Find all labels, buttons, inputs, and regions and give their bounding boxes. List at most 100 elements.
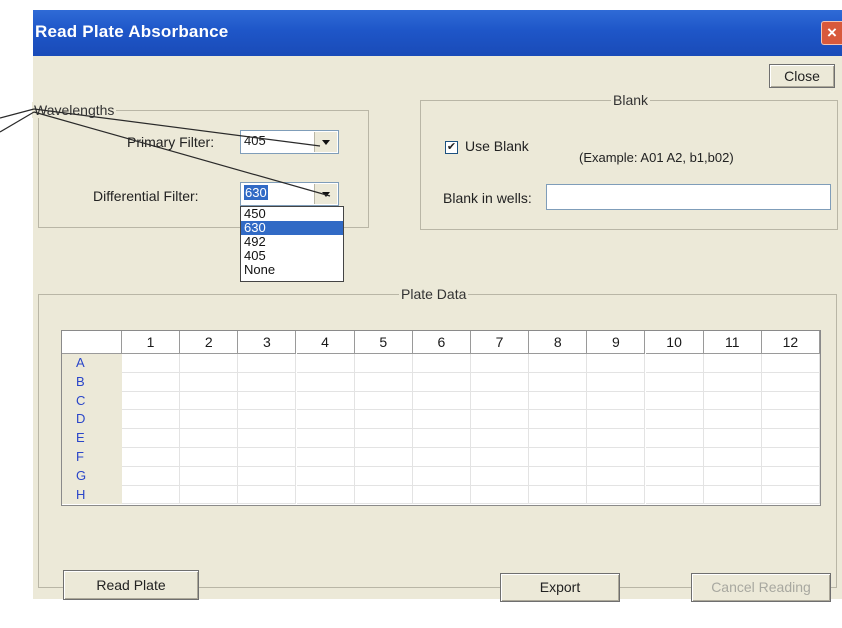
plate-well-cell[interactable]	[238, 354, 297, 373]
plate-well-cell[interactable]	[296, 448, 355, 467]
plate-well-cell[interactable]	[354, 410, 413, 430]
plate-well-cell[interactable]	[354, 448, 413, 467]
plate-well-cell[interactable]	[529, 429, 588, 448]
plate-well-cell[interactable]	[238, 466, 297, 486]
plate-well-cell[interactable]	[180, 372, 239, 392]
plate-well-cell[interactable]	[354, 354, 413, 373]
plate-well-cell[interactable]	[645, 410, 704, 430]
plate-well-cell[interactable]	[180, 354, 239, 373]
plate-well-cell[interactable]	[761, 485, 820, 505]
use-blank-checkbox[interactable]: ✔	[445, 141, 458, 154]
plate-well-cell[interactable]	[471, 466, 530, 486]
plate-well-cell[interactable]	[122, 429, 181, 448]
plate-well-cell[interactable]	[122, 485, 181, 505]
plate-well-cell[interactable]	[122, 466, 181, 486]
plate-well-cell[interactable]	[529, 372, 588, 392]
plate-well-cell[interactable]	[180, 391, 239, 411]
plate-well-cell[interactable]	[587, 354, 646, 373]
plate-well-cell[interactable]	[180, 466, 239, 486]
plate-well-cell[interactable]	[529, 448, 588, 467]
dropdown-option[interactable]: 450	[241, 207, 343, 221]
plate-well-cell[interactable]	[703, 354, 762, 373]
plate-well-cell[interactable]	[471, 391, 530, 411]
plate-well-cell[interactable]	[761, 466, 820, 486]
plate-well-cell[interactable]	[529, 391, 588, 411]
plate-data-grid[interactable]: 1 2 3 4 5 6 7 8 9 10 11 12 A B C D E F G H	[61, 330, 821, 506]
plate-well-cell[interactable]	[412, 485, 471, 505]
differential-filter-dropdown-list[interactable]: 450 630 492 405 None	[240, 206, 344, 282]
plate-well-cell[interactable]	[122, 448, 181, 467]
close-icon[interactable]: ×	[821, 21, 842, 45]
plate-well-cell[interactable]	[296, 429, 355, 448]
plate-well-cell[interactable]	[296, 466, 355, 486]
dropdown-option[interactable]: 492	[241, 235, 343, 249]
plate-well-cell[interactable]	[761, 354, 820, 373]
plate-well-cell[interactable]	[412, 448, 471, 467]
plate-well-cell[interactable]	[703, 448, 762, 467]
plate-well-cell[interactable]	[645, 448, 704, 467]
plate-well-cell[interactable]	[761, 372, 820, 392]
plate-well-cell[interactable]	[645, 354, 704, 373]
plate-well-cell[interactable]	[122, 372, 181, 392]
plate-well-cell[interactable]	[645, 391, 704, 411]
plate-well-cell[interactable]	[354, 391, 413, 411]
chevron-down-icon[interactable]	[314, 132, 337, 152]
plate-well-cell[interactable]	[703, 466, 762, 486]
plate-well-cell[interactable]	[761, 391, 820, 411]
plate-well-cell[interactable]	[471, 485, 530, 505]
plate-well-cell[interactable]	[645, 466, 704, 486]
plate-well-cell[interactable]	[296, 391, 355, 411]
plate-well-cell[interactable]	[587, 391, 646, 411]
plate-well-cell[interactable]	[238, 372, 297, 392]
plate-well-cell[interactable]	[238, 448, 297, 467]
plate-well-cell[interactable]	[645, 485, 704, 505]
plate-well-cell[interactable]	[529, 485, 588, 505]
differential-filter-select[interactable]: 630	[240, 182, 339, 206]
plate-well-cell[interactable]	[587, 410, 646, 430]
close-button[interactable]: Close	[769, 64, 835, 88]
dropdown-option[interactable]: 630	[241, 221, 343, 235]
plate-well-cell[interactable]	[296, 372, 355, 392]
plate-well-cell[interactable]	[471, 448, 530, 467]
plate-well-cell[interactable]	[471, 354, 530, 373]
plate-well-cell[interactable]	[587, 448, 646, 467]
plate-well-cell[interactable]	[703, 410, 762, 430]
plate-well-cell[interactable]	[122, 410, 181, 430]
plate-well-cell[interactable]	[354, 485, 413, 505]
plate-well-cell[interactable]	[238, 429, 297, 448]
plate-well-cell[interactable]	[354, 466, 413, 486]
plate-well-cell[interactable]	[761, 448, 820, 467]
plate-well-cell[interactable]	[529, 466, 588, 486]
read-plate-button[interactable]: Read Plate	[63, 570, 199, 600]
plate-well-cell[interactable]	[645, 372, 704, 392]
plate-well-cell[interactable]	[703, 485, 762, 505]
plate-well-cell[interactable]	[703, 391, 762, 411]
plate-well-cell[interactable]	[412, 372, 471, 392]
plate-well-cell[interactable]	[354, 372, 413, 392]
plate-well-cell[interactable]	[180, 410, 239, 430]
plate-well-cell[interactable]	[587, 466, 646, 486]
chevron-down-icon[interactable]	[314, 184, 337, 204]
plate-well-cell[interactable]	[645, 429, 704, 448]
plate-well-cell[interactable]	[761, 429, 820, 448]
plate-well-cell[interactable]	[296, 485, 355, 505]
plate-well-cell[interactable]	[703, 429, 762, 448]
plate-well-cell[interactable]	[238, 391, 297, 411]
plate-well-cell[interactable]	[412, 354, 471, 373]
plate-well-cell[interactable]	[471, 410, 530, 430]
plate-well-cell[interactable]	[296, 410, 355, 430]
plate-well-cell[interactable]	[412, 391, 471, 411]
plate-well-cell[interactable]	[122, 354, 181, 373]
plate-well-cell[interactable]	[412, 466, 471, 486]
plate-well-cell[interactable]	[238, 410, 297, 430]
plate-well-cell[interactable]	[471, 429, 530, 448]
plate-well-cell[interactable]	[703, 372, 762, 392]
plate-well-cell[interactable]	[587, 485, 646, 505]
plate-well-cell[interactable]	[354, 429, 413, 448]
plate-well-cell[interactable]	[761, 410, 820, 430]
plate-well-cell[interactable]	[180, 448, 239, 467]
primary-filter-select[interactable]: 405	[240, 130, 339, 154]
plate-well-cell[interactable]	[180, 485, 239, 505]
plate-well-cell[interactable]	[587, 429, 646, 448]
blank-in-wells-input[interactable]	[546, 184, 831, 210]
